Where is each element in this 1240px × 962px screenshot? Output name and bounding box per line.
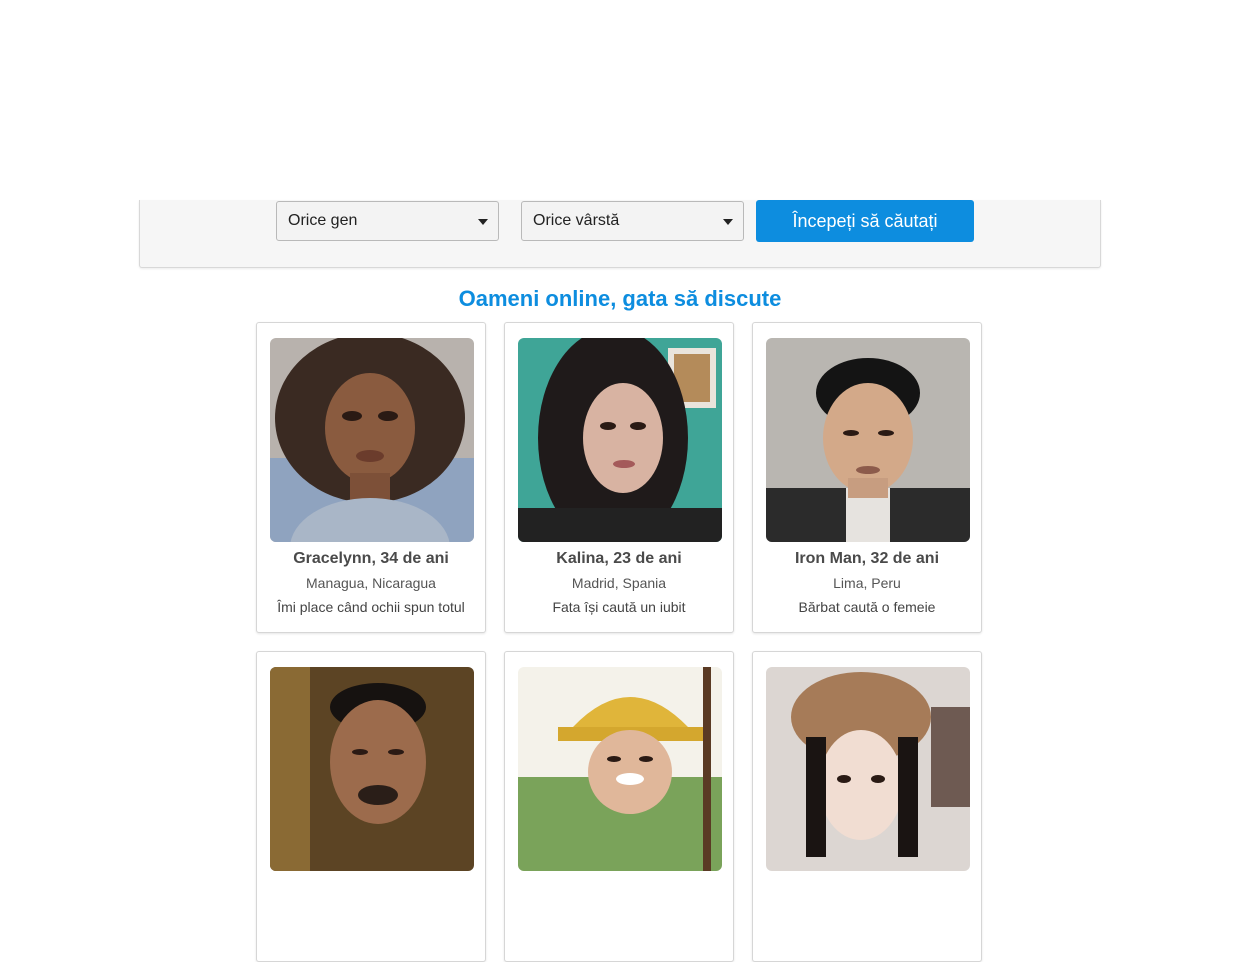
age-select[interactable]: Orice vârstă <box>521 201 744 241</box>
profile-photo[interactable] <box>766 338 970 542</box>
profile-location: Lima, Peru <box>833 575 901 591</box>
profile-name: Gracelynn, 34 de ani <box>293 550 449 567</box>
profile-name: Iron Man, 32 de ani <box>794 550 940 567</box>
age-select-value: Orice vârstă <box>533 212 620 229</box>
profile-card[interactable]: Gracelynn, 34 de ani Managua, Nicaragua … <box>256 322 486 633</box>
profile-photo[interactable] <box>270 667 474 871</box>
profile-photo[interactable] <box>518 338 722 542</box>
profile-card[interactable]: Iron Man, 32 de ani Lima, Peru Bărbat ca… <box>752 322 982 633</box>
section-title: Oameni online, gata să discute <box>458 286 782 311</box>
profile-photo-image <box>518 338 722 542</box>
top-blank-area <box>0 0 1240 200</box>
profile-photo[interactable] <box>270 338 474 542</box>
profile-photo[interactable] <box>518 667 722 871</box>
profile-photo-image <box>518 667 722 871</box>
gender-select[interactable]: Orice gen <box>276 201 499 241</box>
profile-description: Bărbat caută o femeie <box>798 599 936 615</box>
profile-card[interactable] <box>256 651 486 962</box>
profile-location: Madrid, Spania <box>571 575 667 591</box>
profile-photo-image <box>270 667 474 871</box>
profile-card[interactable] <box>752 651 982 962</box>
profile-card[interactable] <box>504 651 734 962</box>
chevron-down-icon <box>723 219 733 225</box>
profile-photo-image <box>766 338 970 542</box>
profile-description: Îmi place când ochii spun totul <box>277 599 465 615</box>
profile-photo-image <box>766 667 970 871</box>
profile-location: Managua, Nicaragua <box>306 575 436 591</box>
chevron-down-icon <box>478 219 488 225</box>
profile-card[interactable]: Kalina, 23 de ani Madrid, Spania Fata îș… <box>504 322 734 633</box>
profile-photo[interactable] <box>766 667 970 871</box>
gender-select-value: Orice gen <box>288 212 358 229</box>
start-search-button[interactable]: Începeți să căutați <box>756 200 974 242</box>
search-panel: Orice gen Orice vârstă Începeți să căuta… <box>139 200 1101 268</box>
profile-name: Kalina, 23 de ani <box>556 550 682 567</box>
profile-photo-image <box>270 338 474 542</box>
profile-description: Fata își caută un iubit <box>552 599 686 615</box>
